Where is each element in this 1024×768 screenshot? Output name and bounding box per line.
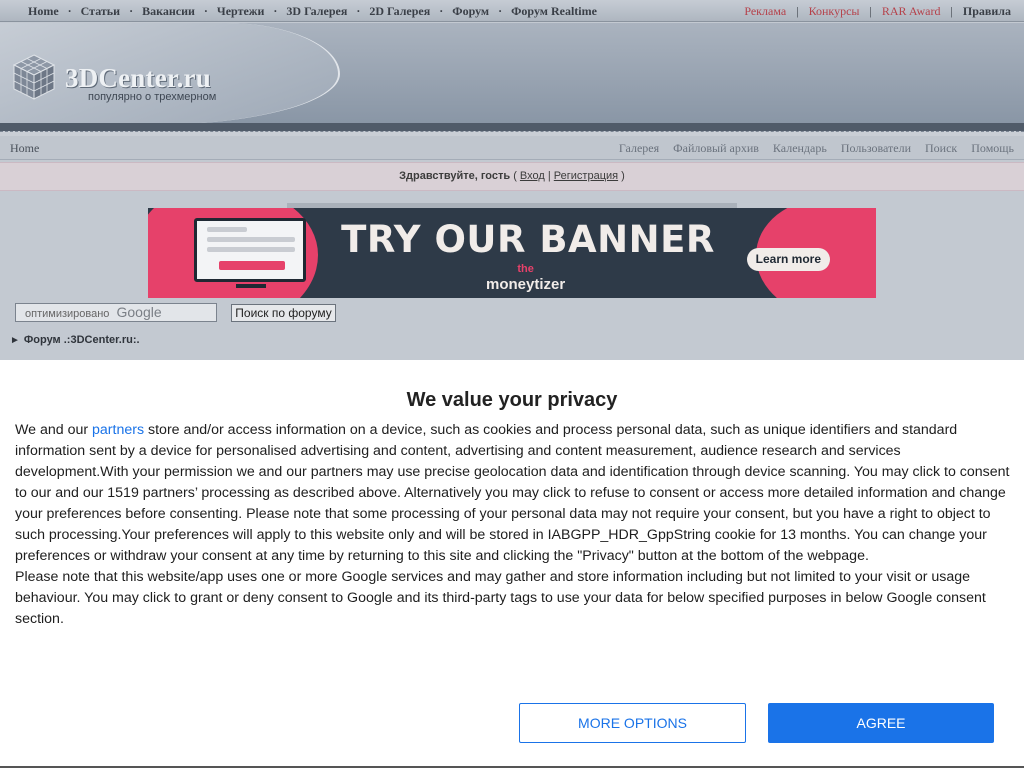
topnav-rules-link[interactable]: Правила <box>963 4 1011 19</box>
topnav-forum-realtime-link[interactable]: Форум Realtime <box>511 4 597 19</box>
banner-brand-name: moneytizer <box>486 276 566 293</box>
site-logo-text[interactable]: 3DCenter.ru <box>65 63 211 94</box>
forum-home-link[interactable]: Home <box>10 141 39 156</box>
privacy-paragraph-rest: store and/or access information on a dev… <box>15 422 1010 564</box>
topnav-ads-link[interactable]: Реклама <box>744 4 786 19</box>
privacy-paragraph-start: We and our <box>15 422 93 438</box>
login-link[interactable]: Вход <box>520 170 545 182</box>
site-header: 3DCenter.ru популярно о трехмерном <box>0 23 1024 131</box>
greeting-text: Здравствуйте, гость <box>399 170 511 182</box>
partners-link[interactable]: partners <box>92 422 144 438</box>
forum-gallery-link[interactable]: Галерея <box>619 141 659 156</box>
breadcrumb: ► Форум .:3DCenter.ru:. <box>10 334 140 346</box>
top-nav-left: Home · Статьи · Вакансии · Чертежи · 3D … <box>28 4 597 19</box>
forum-nav-links: Галерея Файловый архив Календарь Пользов… <box>605 141 1014 156</box>
triangle-right-icon: ► <box>10 335 20 346</box>
nav-separator: | <box>869 4 872 18</box>
cube-logo-icon[interactable] <box>8 51 60 103</box>
breadcrumb-forum-link[interactable]: Форум .:3DCenter.ru:. <box>24 334 140 346</box>
top-nav-right: Реклама | Конкурсы | RAR Award | Правила <box>744 4 1011 19</box>
topnav-2d-gallery-link[interactable]: 2D Галерея <box>369 4 430 19</box>
nav-separator: · <box>273 4 278 18</box>
forum-calendar-link[interactable]: Календарь <box>773 141 827 156</box>
greeting-separator: | <box>547 170 551 182</box>
forum-users-link[interactable]: Пользователи <box>841 141 911 156</box>
nav-separator: · <box>129 4 134 18</box>
monitor-stand <box>236 284 266 288</box>
google-logo: Google <box>116 304 162 320</box>
forum-search-link[interactable]: Поиск <box>925 141 957 156</box>
monitor-button <box>219 261 285 270</box>
site-tagline: популярно о трехмерном <box>88 91 217 103</box>
ad-banner[interactable]: TRY OUR BANNER the moneytizer Learn more <box>148 208 876 298</box>
topnav-blueprints-link[interactable]: Чертежи <box>217 4 264 19</box>
greeting-paren-open: ( <box>513 170 517 182</box>
privacy-title: We value your privacy <box>406 389 618 411</box>
greeting-paren-close: ) <box>621 170 625 182</box>
topnav-articles-link[interactable]: Статьи <box>81 4 120 19</box>
privacy-text: We and our partners store and/or access … <box>15 420 1015 630</box>
top-navigation-bar: Home · Статьи · Вакансии · Чертежи · 3D … <box>0 0 1024 22</box>
nav-separator: · <box>356 4 361 18</box>
forum-file-archive-link[interactable]: Файловый архив <box>673 141 759 156</box>
topnav-home-link[interactable]: Home <box>28 4 59 19</box>
header-divider <box>0 123 1024 131</box>
nav-separator: · <box>203 4 208 18</box>
search-placeholder-label: оптимизировано <box>25 308 110 320</box>
nav-separator: · <box>439 4 444 18</box>
register-link[interactable]: Регистрация <box>554 170 618 182</box>
topnav-rar-award-link[interactable]: RAR Award <box>882 4 941 19</box>
forum-search-button[interactable]: Поиск по форуму <box>231 304 336 322</box>
nav-separator: · <box>498 4 503 18</box>
nav-separator: | <box>950 4 953 18</box>
topnav-jobs-link[interactable]: Вакансии <box>142 4 195 19</box>
forum-navigation: Home Галерея Файловый архив Календарь По… <box>0 136 1024 160</box>
privacy-consent-dialog: We value your privacy We and our partner… <box>0 360 1024 768</box>
privacy-google-paragraph: Please note that this website/app uses o… <box>15 569 986 627</box>
topnav-contests-link[interactable]: Конкурсы <box>809 4 860 19</box>
topnav-forum-link[interactable]: Форум <box>452 4 489 19</box>
guest-greeting: Здравствуйте, гость ( Вход | Регистрация… <box>0 162 1024 191</box>
google-search-input[interactable]: оптимизировано Google <box>15 303 217 322</box>
agree-button[interactable]: AGREE <box>768 703 994 743</box>
nav-separator: · <box>67 4 72 18</box>
banner-brand: the moneytizer <box>486 262 565 292</box>
nav-separator: | <box>796 4 799 18</box>
topnav-3d-gallery-link[interactable]: 3D Галерея <box>286 4 347 19</box>
forum-help-link[interactable]: Помощь <box>971 141 1014 156</box>
banner-brand-top: the <box>517 263 534 275</box>
learn-more-button[interactable]: Learn more <box>746 248 830 271</box>
more-options-button[interactable]: MORE OPTIONS <box>519 703 746 743</box>
